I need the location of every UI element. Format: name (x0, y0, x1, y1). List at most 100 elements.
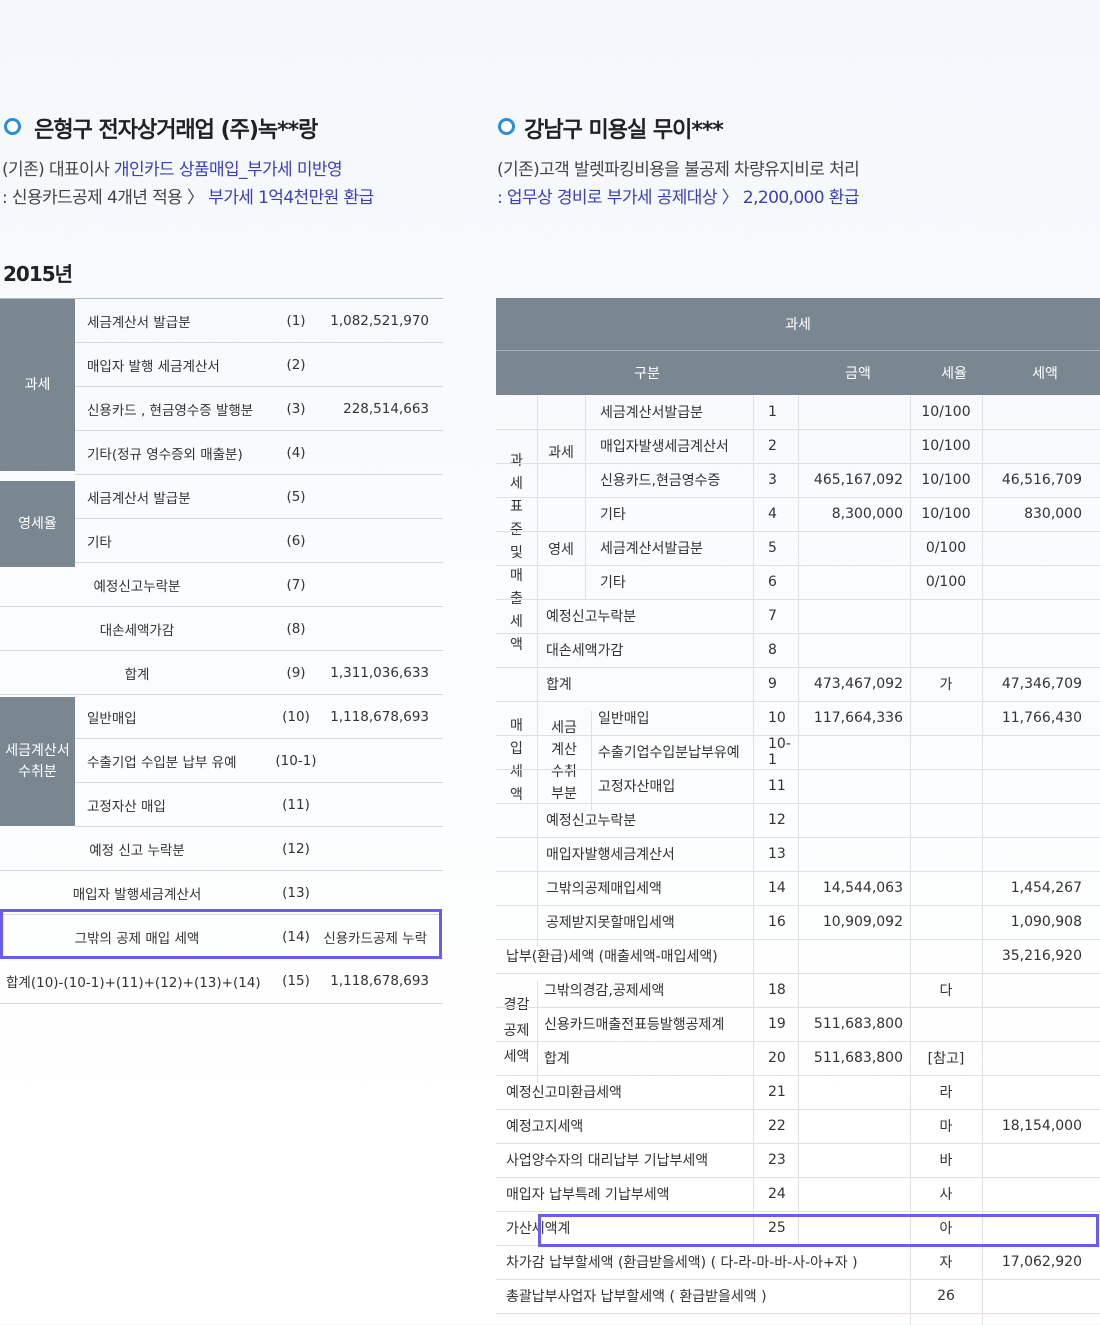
row-tax (982, 395, 1092, 429)
left-desc-line1: (기존) 대표이사 (2, 160, 114, 180)
row-amount: 473,467,092 (813, 676, 903, 692)
row-amount (798, 1075, 903, 1109)
row-tax: 46,516,709 (1001, 472, 1082, 488)
row-tax: 47,346,709 (1001, 676, 1082, 692)
circle-bullet-icon (4, 118, 21, 135)
row-label: 납부(환급)세액 (매출세액-매입세액) (506, 949, 718, 965)
row-value: 1,311,036,633 (330, 664, 429, 681)
row-label: 대손세액가감 (99, 622, 175, 639)
row-value: 1,082,521,970 (330, 312, 429, 329)
row-tax (982, 837, 1092, 871)
row-number: (8) (286, 620, 306, 637)
row-value (318, 827, 443, 870)
row-number: 13 (768, 846, 786, 862)
row-number: (14) (282, 928, 310, 945)
row-value (318, 431, 443, 474)
row-number: (4) (286, 444, 306, 461)
row-number: 21 (768, 1084, 786, 1100)
row-number: (2) (286, 356, 306, 373)
table-row: 신용카드 , 현금영수증 발행분 (3) 228,514,663 (75, 387, 443, 431)
row-rate: 마 (939, 1119, 953, 1135)
row-number: 19 (768, 1016, 786, 1032)
row-label: 세금계산서발급분 (600, 405, 704, 421)
group-zero-rate: 영세율 (0, 481, 75, 567)
grid-line (982, 395, 983, 1325)
right-title: 강남구 미용실 무이*** (524, 118, 724, 143)
row-amount (798, 1109, 903, 1143)
row-number: 23 (768, 1152, 786, 1168)
row-label: 일반매입 (87, 710, 137, 727)
row-rate: [참고] (927, 1051, 965, 1067)
row-number: 10-1 (768, 736, 791, 768)
row-label: 예정신고미환급세액 (506, 1085, 622, 1101)
row-amount (798, 973, 903, 1007)
grid-line (591, 711, 592, 811)
row-label: 합계 (124, 666, 150, 683)
row-amount (798, 633, 903, 667)
row-tax: 35,216,920 (1001, 948, 1082, 964)
left-desc-line1-highlight: 개인카드 상품매입_부가세 미반영 (113, 160, 343, 180)
row-value: 228,514,663 (343, 400, 429, 417)
row-label: 그밖의 공제 매입 세액 (74, 930, 200, 947)
row-number: 2 (768, 438, 777, 454)
row-number: (7) (286, 576, 306, 593)
table-row: 합계(10)-(10-1)+(11)+(12)+(13)+(14) (15) 1,1… (0, 959, 443, 1004)
row-label: 사업양수자의 대리납부 기납부세액 (506, 1153, 709, 1169)
row-rate: 다 (939, 983, 953, 999)
row-number: 1 (768, 404, 777, 420)
row-label: 합계 (546, 677, 572, 693)
row-amount (798, 735, 903, 769)
row-tax: 1,090,908 (1010, 914, 1082, 930)
row-rate (910, 905, 982, 939)
header-taxable: 과세 (496, 298, 1100, 351)
row-label: 세금계산서 발급분 (87, 314, 191, 331)
row-tax (982, 1007, 1092, 1041)
row-number: 7 (768, 608, 777, 624)
row-amount (798, 1177, 903, 1211)
row-amount: 10,909,092 (822, 914, 903, 930)
table-row: 예정 신고 누락분 (12) (0, 827, 443, 871)
row-label: 그밖의공제매입세액 (546, 881, 662, 897)
row-label: 신용카드 , 현금영수증 발행분 (87, 402, 254, 419)
row-amount (798, 769, 903, 803)
row-tax (982, 1075, 1092, 1109)
row-amount (798, 939, 903, 973)
right-table-body: 과 세 표 준 및 매 출 세 액 매 입 세 액 과세 영세 세금 계산 수취… (496, 395, 1100, 1325)
group-invoice-received: 세금계산서 수취분 (0, 697, 75, 826)
row-value: 1,118,678,693 (330, 708, 429, 725)
table-row: 고정자산 매입 (11) (75, 783, 443, 827)
row-rate: 라 (939, 1085, 953, 1101)
row-value: 1,118,678,693 (330, 973, 429, 989)
row-label: 매입자 발행 세금계산서 (87, 358, 220, 375)
row-rate (910, 599, 982, 633)
row-tax (982, 803, 1092, 837)
row-tax (982, 1211, 1092, 1245)
row-label: 예정 신고 누락분 (89, 842, 185, 859)
row-label: 대손세액가감 (546, 643, 624, 659)
left-vat-table: 과세 영세율 세금계산서 수취분 세금계산서 발급분 (1) 1,082,521,9… (0, 298, 443, 1004)
row-tax (982, 531, 1092, 565)
year-label: 2015년 (3, 262, 73, 286)
row-label: 매입자발행세금계산서 (546, 847, 675, 863)
row-rate: 자 (939, 1255, 953, 1271)
grid-line (537, 395, 538, 811)
row-tax: 1,454,267 (1010, 880, 1082, 896)
row-label: 신용카드매출전표등발행공제계 (544, 1017, 725, 1033)
row-number: (10-1) (275, 752, 317, 769)
row-number: 5 (768, 540, 777, 556)
row-label: 고정자산 매입 (87, 798, 166, 815)
row-label: 수출기업수입분납부유예 (598, 745, 740, 761)
row-label: 매입자 납부특례 기납부세액 (506, 1187, 670, 1203)
row-rate (910, 769, 982, 803)
row-rate (910, 701, 982, 735)
row-label: 기타 (600, 575, 626, 591)
table-row: 대손세액가감 (8) (0, 607, 443, 651)
row-tax: 830,000 (1024, 506, 1082, 522)
row-tax: 17,062,920 (1001, 1254, 1082, 1270)
row-value (318, 563, 443, 606)
grid-line (798, 395, 799, 1245)
row-amount (798, 395, 903, 429)
row-label: 예정고지세액 (506, 1119, 584, 1135)
row-amount: 465,167,092 (813, 472, 903, 488)
row-tax (982, 599, 1092, 633)
